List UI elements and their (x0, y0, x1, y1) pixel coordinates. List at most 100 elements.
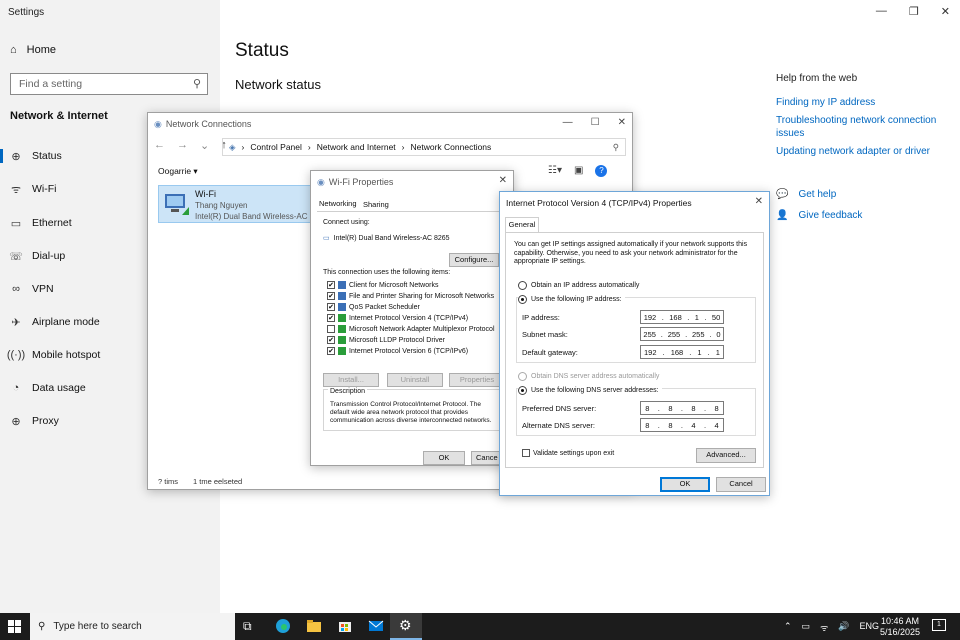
properties-button[interactable]: Properties (449, 373, 505, 387)
close-icon[interactable]: ✕ (755, 196, 763, 207)
preview-pane-icon[interactable]: ▣ (574, 165, 583, 177)
store-icon[interactable] (337, 618, 353, 634)
view-options-icon[interactable]: ☷▾ (548, 165, 562, 177)
chevron-down-icon[interactable]: ⌄ (200, 139, 209, 152)
address-bar[interactable]: ◈ › Control Panel › Network and Internet › … (222, 138, 626, 156)
subnet-mask-field[interactable]: 255. 255. 255. 0 (640, 327, 724, 341)
home-link[interactable]: ⌂ Home (10, 44, 56, 56)
get-help-label: Get help (798, 189, 837, 200)
control-panel-icon: ◈ (229, 141, 236, 152)
network-component-icon (338, 347, 346, 355)
component-item[interactable]: Microsoft Network Adapter Multiplexor Pr… (327, 325, 495, 333)
settings-taskbar-button[interactable]: ⚙ (390, 613, 422, 640)
breadcrumb-item[interactable]: Network and Internet (317, 142, 396, 152)
minimize-icon[interactable]: — (876, 5, 887, 18)
file-explorer-icon[interactable] (306, 618, 322, 634)
give-feedback-link[interactable]: 👤 Give feedback (776, 210, 862, 221)
home-icon: ⌂ (10, 44, 17, 56)
component-label: Client for Microsoft Networks (349, 281, 439, 289)
help-icon[interactable]: ? (595, 165, 608, 177)
edge-icon[interactable] (275, 618, 291, 634)
auto-dns-radio[interactable]: Obtain DNS server address automatically (518, 372, 659, 381)
cancel-button[interactable]: Cancel (716, 477, 766, 492)
forward-icon[interactable]: → (177, 139, 188, 152)
nav-label: Status (32, 150, 62, 162)
wifi-icon: ᯤ (10, 183, 22, 196)
use-dns-radio[interactable]: Use the following DNS server addresses: (518, 386, 662, 395)
close-icon[interactable]: ✕ (499, 175, 507, 186)
ip-address-field[interactable]: 192. 168. 1. 50 (640, 310, 724, 324)
checkbox-checked[interactable]: ✔ (327, 281, 335, 289)
breadcrumb-item[interactable]: Network Connections (411, 142, 492, 152)
close-icon[interactable]: ✕ (618, 117, 626, 128)
dialup-icon: ☏ (9, 250, 23, 263)
ethernet-icon: ▭ (10, 217, 22, 230)
use-ip-label: Use the following IP address: (531, 296, 622, 303)
checkbox-checked[interactable]: ✔ (327, 347, 335, 355)
link-finding-ip[interactable]: Finding my IP address (776, 96, 875, 109)
configure-button[interactable]: Configure... (449, 253, 499, 267)
checkbox-unchecked[interactable] (327, 325, 335, 333)
checkbox-checked[interactable]: ✔ (327, 336, 335, 344)
preferred-dns-field[interactable]: 8.8.8.8 (640, 401, 724, 415)
component-item[interactable]: ✔ Internet Protocol Version 6 (TCP/IPv6) (327, 347, 468, 355)
mail-icon[interactable] (368, 618, 384, 634)
search-icon[interactable]: ⚲ (613, 142, 619, 153)
clock[interactable]: 10:46 AM 5/16/2025 (880, 616, 920, 638)
back-icon[interactable]: ← (154, 139, 165, 152)
search-icon: ⚲ (192, 78, 201, 90)
volume-icon[interactable]: 🔊 (838, 621, 849, 634)
wifi-adapter-item[interactable]: Wi-Fi Thang Nguyen Intel(R) Dual Band Wi… (158, 185, 319, 223)
language-indicator[interactable]: ENG (860, 621, 880, 634)
uninstall-button[interactable]: Uninstall (387, 373, 443, 387)
mask-label: Subnet mask: (522, 330, 568, 339)
netconn-title: Network Connections (165, 119, 252, 129)
notification-center-icon[interactable]: 1 (932, 619, 946, 631)
minimize-icon[interactable]: — (563, 117, 573, 128)
ok-button[interactable]: OK (660, 477, 710, 492)
default-gateway-field[interactable]: 192. 168. 1. 1 (640, 345, 724, 359)
tab-general[interactable]: General (505, 217, 539, 232)
alternate-dns-field[interactable]: 8.8.4.4 (640, 418, 724, 432)
organize-menu[interactable]: Oogarrie ▾ (158, 166, 198, 177)
checkbox-checked[interactable]: ✔ (327, 314, 335, 322)
maximize-icon[interactable]: ☐ (591, 117, 600, 128)
netconn-app-icon: ◉ (154, 118, 162, 129)
description-label: Description (328, 388, 368, 395)
get-help-link[interactable]: 💬 Get help (776, 189, 836, 200)
checkbox-unchecked (522, 449, 530, 457)
task-view-icon[interactable]: ⧉ (243, 619, 259, 635)
validate-checkbox[interactable]: Validate settings upon exit (522, 449, 614, 457)
vpn-icon: ∞ (12, 283, 20, 295)
component-item[interactable]: ✔ File and Printer Sharing for Microsoft … (327, 292, 494, 300)
tab-sharing[interactable]: Sharing (363, 200, 389, 209)
taskbar-search-box[interactable]: ⚲ Type here to search (30, 613, 235, 640)
link-updating-adapter[interactable]: Updating network adapter or driver (776, 145, 930, 158)
use-ip-radio[interactable]: Use the following IP address: (518, 295, 625, 304)
chevron-up-icon[interactable]: ⌃ (784, 621, 792, 634)
auto-ip-radio[interactable]: Obtain an IP address automatically (518, 281, 639, 290)
link-troubleshooting[interactable]: Troubleshooting network connection issue… (776, 114, 946, 140)
data-usage-icon: ◔ (12, 382, 20, 394)
ip-label: IP address: (522, 313, 560, 322)
checkbox-checked[interactable]: ✔ (327, 303, 335, 311)
component-item[interactable]: ✔ QoS Packet Scheduler (327, 303, 420, 311)
breadcrumb-item[interactable]: Control Panel (250, 142, 302, 152)
use-dns-label: Use the following DNS server addresses: (531, 387, 659, 394)
checkbox-checked[interactable]: ✔ (327, 292, 335, 300)
battery-icon[interactable]: ▭ (802, 621, 811, 634)
install-button[interactable]: Install... (323, 373, 379, 387)
component-item[interactable]: ✔ Client for Microsoft Networks (327, 281, 438, 289)
settings-search-input[interactable]: Find a setting ⚲ (10, 73, 208, 95)
windows-start-icon[interactable] (8, 620, 21, 633)
component-item[interactable]: ✔ Internet Protocol Version 4 (TCP/IPv4) (327, 314, 468, 322)
wifi-icon[interactable]: ᯤ (820, 621, 828, 634)
nav-label: Airplane mode (32, 316, 100, 328)
component-item[interactable]: ✔ Microsoft LLDP Protocol Driver (327, 336, 445, 344)
ok-button[interactable]: OK (423, 451, 465, 465)
tab-networking[interactable]: Networking (319, 199, 357, 208)
maximize-icon[interactable]: ❐ (909, 5, 919, 18)
advanced-button[interactable]: Advanced... (696, 448, 756, 463)
close-icon[interactable]: ✕ (941, 5, 950, 18)
page-subtitle: Network status (235, 77, 321, 92)
